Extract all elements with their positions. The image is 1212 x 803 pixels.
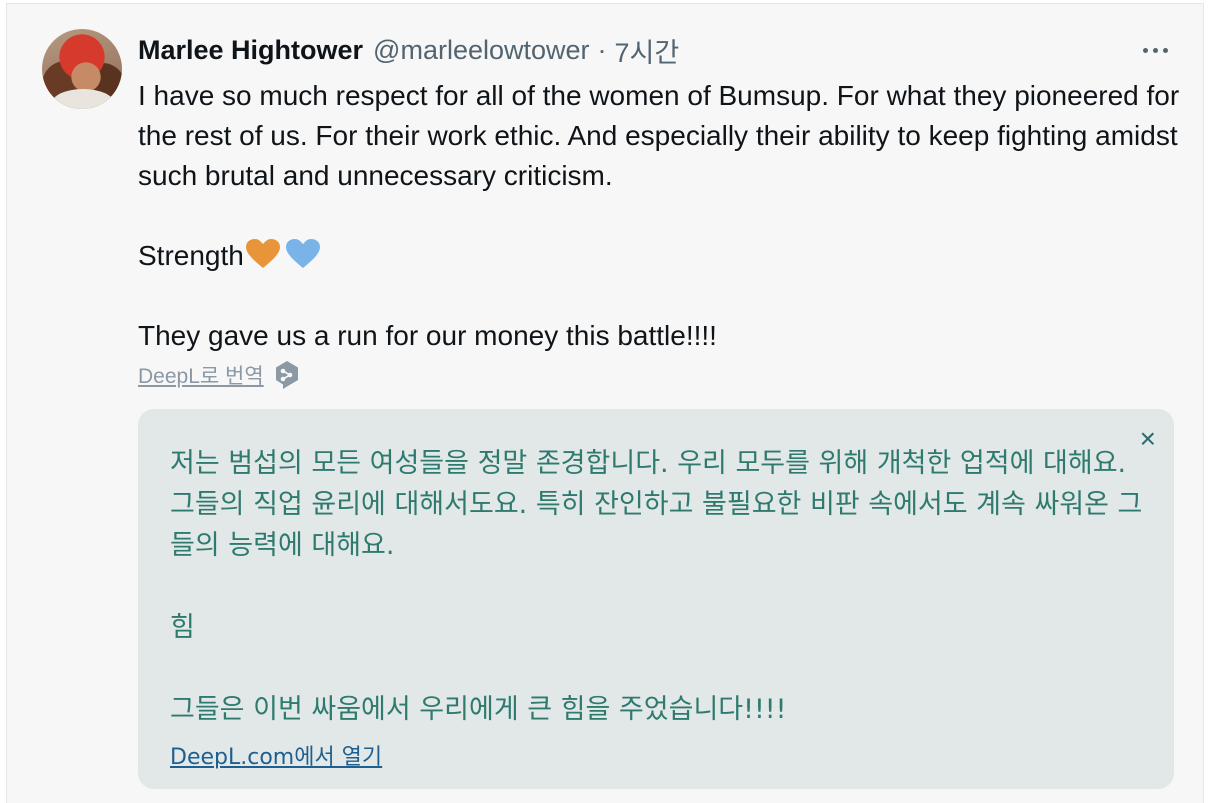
- tweet-paragraph: I have so much respect for all of the wo…: [138, 80, 1180, 191]
- avatar[interactable]: [42, 29, 122, 109]
- translation-paragraph: 그들은 이번 싸움에서 우리에게 큰 힘을 주었습니다!!!!: [170, 694, 787, 725]
- translation-panel: × 저는 범섭의 모든 여성들을 정말 존경합니다. 우리 모두를 위해 개척한…: [138, 409, 1174, 789]
- tweet-text: I have so much respect for all of the wo…: [138, 76, 1188, 356]
- translate-link[interactable]: DeepL로 번역: [138, 360, 264, 390]
- tweet-paragraph-strength: Strength: [138, 236, 1188, 276]
- author-handle[interactable]: @marleelowtower: [373, 35, 589, 66]
- separator-dot: ·: [597, 34, 607, 65]
- author-name[interactable]: Marlee Hightower: [138, 35, 363, 66]
- orange-heart-icon: [245, 239, 280, 268]
- open-in-deepl-link[interactable]: DeepL.com에서 열기: [170, 739, 382, 771]
- ellipsis-icon: [1140, 47, 1170, 53]
- translation-text: 저는 범섭의 모든 여성들을 정말 존경합니다. 우리 모두를 위해 개척한 업…: [170, 443, 1145, 730]
- translate-row: DeepL로 번역: [138, 360, 300, 390]
- deepl-logo-icon[interactable]: [274, 360, 300, 390]
- tweet-card[interactable]: Marlee Hightower @marleelowtower · 7시간 I…: [6, 3, 1204, 803]
- avatar-shoulder: [52, 89, 114, 109]
- translation-paragraph: 저는 범섭의 모든 여성들을 정말 존경합니다. 우리 모두를 위해 개척한 업…: [170, 448, 1143, 561]
- tweet-strength-text: Strength: [138, 240, 244, 271]
- timestamp[interactable]: 7시간: [615, 31, 680, 70]
- more-options-button[interactable]: [1133, 34, 1177, 66]
- translation-paragraph: 힘: [170, 612, 195, 643]
- blue-heart-icon: [285, 239, 320, 268]
- tweet-paragraph: They gave us a run for our money this ba…: [138, 320, 717, 351]
- tweet-header: Marlee Hightower @marleelowtower · 7시간: [138, 32, 679, 68]
